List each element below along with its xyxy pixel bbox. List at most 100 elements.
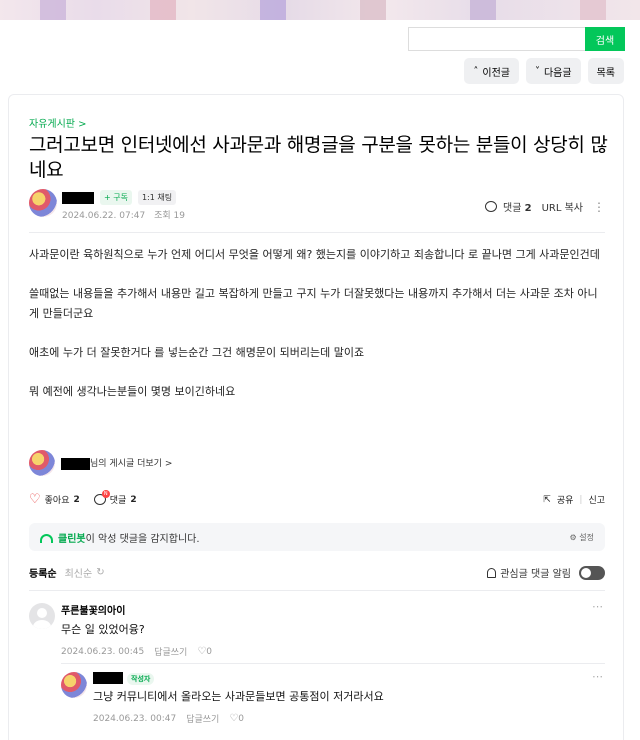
like-button[interactable]: ♡ 좋아요 2 xyxy=(29,492,80,507)
like-label: 좋아요 xyxy=(44,496,70,506)
author-name-redacted xyxy=(61,457,90,470)
share-icon[interactable]: ⇱ xyxy=(543,495,551,505)
subscribe-button[interactable]: + 구독 xyxy=(100,190,132,205)
notification-dot: N xyxy=(101,490,110,498)
chevron-down-icon: ˅ xyxy=(534,65,540,77)
comment-count: 2 xyxy=(130,494,137,505)
board-link[interactable]: 자유게시판 > xyxy=(29,115,87,130)
sort-registered-tab[interactable]: 등록순 xyxy=(29,565,57,580)
banner-decoration xyxy=(150,0,176,20)
author-avatar[interactable] xyxy=(29,189,57,217)
chat-button[interactable]: 1:1 채팅 xyxy=(137,190,177,205)
search-bar: 검색 xyxy=(408,27,625,51)
banner-decoration xyxy=(260,0,286,20)
like-count: 2 xyxy=(73,494,80,505)
cleanbot-icon xyxy=(40,533,53,543)
next-post-button[interactable]: ˅ 다음글 xyxy=(525,58,581,84)
reply-meta: 2024.06.23. 00:47 답글쓰기 ♡0 xyxy=(93,712,384,725)
reply-body: 작성자 그냥 커뮤니티에서 올라오는 사과문들보면 공통점이 저거라서요 202… xyxy=(93,672,384,725)
divider xyxy=(29,232,605,233)
author-avatar-small xyxy=(29,450,55,476)
bell-icon xyxy=(487,567,497,578)
next-post-label: 다음글 xyxy=(543,67,572,79)
cleanbot-banner: 클린봇 이 악성 댓글을 감지합니다. ⚙ 설정 xyxy=(29,523,605,551)
comment-count-link[interactable]: 댓글 2 xyxy=(484,199,532,214)
cleanbot-setting-label: 설정 xyxy=(579,532,594,542)
post-paragraph: 뭐 예전에 생각나는분들이 몇명 보이긴하네요 xyxy=(29,385,236,398)
comment-more-icon[interactable]: ⋯ xyxy=(592,600,603,613)
reply-button[interactable]: 답글쓰기 xyxy=(154,645,187,658)
list-label: 목록 xyxy=(596,67,615,79)
comment-body: 푸른불꽃의아이 무슨 일 있었어융? 2024.06.23. 00:45 답글쓰… xyxy=(61,602,212,658)
post-card: 자유게시판 > 그러고보면 인터넷에선 사과문과 해명글을 구분을 못하는 분들… xyxy=(8,94,624,740)
reply-author-name-redacted[interactable] xyxy=(93,672,123,684)
search-input[interactable] xyxy=(408,27,585,51)
comment-item: 푸른불꽃의아이 무슨 일 있었어융? 2024.06.23. 00:45 답글쓰… xyxy=(29,600,605,660)
separator: | xyxy=(579,494,583,505)
comment-button[interactable]: N 댓글 2 xyxy=(93,490,137,506)
list-button[interactable]: 목록 xyxy=(587,58,624,84)
more-options-icon[interactable]: ⋮ xyxy=(593,200,605,214)
post-navigation: ˄ 이전글 ˅ 다음글 목록 xyxy=(464,58,624,84)
chevron-up-icon: ˄ xyxy=(473,65,479,77)
banner-decoration xyxy=(360,0,386,20)
sort-latest-tab[interactable]: 최신순 xyxy=(65,565,93,580)
share-button[interactable]: 공유 xyxy=(557,493,574,506)
header-banner-image xyxy=(0,0,640,20)
reply-date: 2024.06.23. 00:47 xyxy=(93,713,177,724)
comments-divider xyxy=(29,590,605,591)
post-title: 그러고보면 인터넷에선 사과문과 해명글을 구분을 못하는 분들이 상당히 많네… xyxy=(29,134,608,181)
post-body: 사과문이란 육하원칙으로 누가 언제 어디서 무엇을 어떻게 왜? 했는지를 이… xyxy=(29,245,605,421)
prev-post-button[interactable]: ˄ 이전글 xyxy=(464,58,519,84)
cleanbot-setting-button[interactable]: ⚙ 설정 xyxy=(570,532,594,543)
notify-label: 관심글 댓글 알림 xyxy=(500,569,571,580)
divider xyxy=(61,663,605,664)
notify-group: 관심글 댓글 알림 xyxy=(487,565,605,580)
heart-outline-icon: ♡ xyxy=(229,713,239,724)
post-paragraph: 애초에 누가 더 잘못한거다 를 넣는순간 그건 해명문이 되버리는데 말이죠 xyxy=(29,346,365,359)
comment-text: 무슨 일 있었어융? xyxy=(61,623,145,636)
banner-decoration xyxy=(580,0,606,20)
reply-item: 작성자 그냥 커뮤니티에서 올라오는 사과문들보면 공통점이 저거라서요 202… xyxy=(61,670,605,730)
share-report-group: ⇱ 공유 | 신고 xyxy=(543,493,605,507)
prev-post-label: 이전글 xyxy=(482,67,510,79)
post-date: 2024.06.22. 07:47 xyxy=(62,211,146,221)
author-more-label: 님의 게시글 더보기 > xyxy=(90,459,173,470)
comment-sort-row: 등록순 최신순 ↻ 관심글 댓글 알림 xyxy=(29,565,605,580)
copy-url-button[interactable]: URL 복사 xyxy=(542,199,583,214)
post-paragraph: 쓸때없는 내용들을 추가해서 내용만 길고 복잡하게 만들고 구지 누가 더잘못… xyxy=(29,287,598,320)
author-more-text: 님의 게시글 더보기 > xyxy=(61,456,172,470)
report-button[interactable]: 신고 xyxy=(588,493,605,506)
heart-outline-icon: ♡ xyxy=(197,646,207,657)
author-name-redacted[interactable] xyxy=(62,191,94,204)
reply-more-icon[interactable]: ⋯ xyxy=(592,670,603,683)
banner-decoration xyxy=(470,0,496,20)
notify-toggle[interactable] xyxy=(579,565,605,580)
reply-like-button[interactable]: ♡0 xyxy=(229,713,244,724)
comment-like-count: 0 xyxy=(206,647,213,657)
banner-decoration xyxy=(40,0,66,20)
commenter-avatar[interactable] xyxy=(29,603,55,629)
author-more-link[interactable]: 님의 게시글 더보기 > xyxy=(29,450,172,476)
comment-meta: 2024.06.23. 00:45 답글쓰기 ♡0 xyxy=(61,645,212,658)
heart-icon: ♡ xyxy=(29,492,41,507)
post-meta: 2024.06.22. 07:47 조회 19 xyxy=(62,208,191,221)
reply-text: 그냥 커뮤니티에서 올라오는 사과문들보면 공통점이 저거라서요 xyxy=(93,690,384,703)
comment-label: 댓글 xyxy=(109,496,127,506)
reply-author-avatar[interactable] xyxy=(61,672,87,698)
comment-like-button[interactable]: ♡0 xyxy=(197,646,212,657)
cleanbot-text: 이 악성 댓글을 감지합니다. xyxy=(85,533,200,545)
post-tools: 댓글 2 URL 복사 ⋮ xyxy=(484,199,605,214)
reply-like-count: 0 xyxy=(238,714,245,724)
post-paragraph: 사과문이란 육하원칙으로 누가 언제 어디서 무엇을 어떻게 왜? 했는지를 이… xyxy=(29,248,600,261)
comment-label: 댓글 xyxy=(503,203,522,214)
post-views: 조회 19 xyxy=(154,211,185,221)
comment-date: 2024.06.23. 00:45 xyxy=(61,646,145,657)
comment-icon: N xyxy=(93,490,110,505)
post-actions: ♡ 좋아요 2 N 댓글 2 ⇱ 공유 | 신고 xyxy=(29,490,605,507)
refresh-icon[interactable]: ↻ xyxy=(96,567,104,578)
commenter-name[interactable]: 푸른불꽃의아이 xyxy=(61,602,212,617)
reply-button[interactable]: 답글쓰기 xyxy=(186,712,219,725)
search-button[interactable]: 검색 xyxy=(585,27,625,51)
reply-author: 작성자 xyxy=(93,672,384,685)
